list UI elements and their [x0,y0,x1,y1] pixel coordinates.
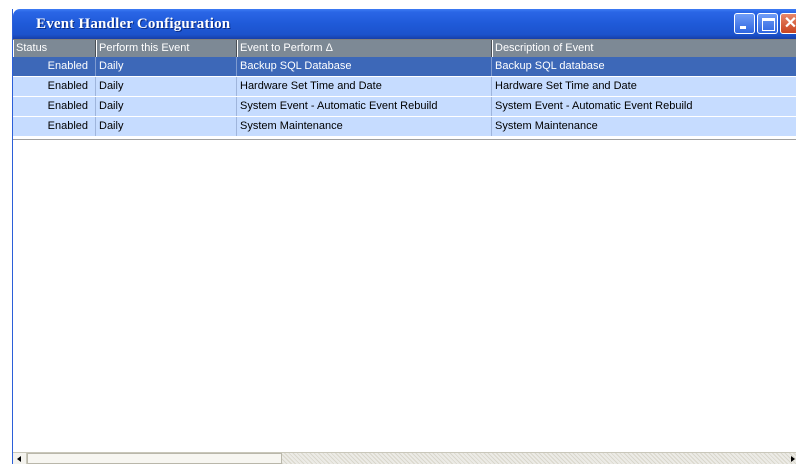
window-title: Event Handler Configuration [36,16,231,32]
cell-perform: Daily [96,117,237,136]
title-bar[interactable]: Event Handler Configuration ✕ [13,9,796,39]
cell-event: Hardware Set Time and Date [237,77,492,96]
scrollbar-thumb[interactable] [27,453,282,464]
scroll-right-icon[interactable] [788,453,796,464]
column-header-status[interactable]: Status [13,40,96,57]
column-header-description[interactable]: Description of Event [492,40,796,57]
cell-description: System Maintenance [492,117,796,136]
table-row[interactable]: Enabled Daily System Maintenance System … [13,117,796,137]
minimize-icon [740,26,746,29]
minimize-button[interactable] [734,13,755,34]
maximize-button[interactable] [757,13,778,34]
scroll-left-icon[interactable] [13,453,27,464]
close-icon: ✕ [783,15,796,32]
cell-event: System Event - Automatic Event Rebuild [237,97,492,116]
table-row[interactable]: Enabled Daily System Event - Automatic E… [13,97,796,117]
maximize-icon [762,18,775,31]
table-row[interactable]: Enabled Daily Hardware Set Time and Date… [13,77,796,97]
cell-status: Enabled [13,117,96,136]
close-button[interactable]: ✕ [780,13,796,34]
cell-event: System Maintenance [237,117,492,136]
cell-perform: Daily [96,77,237,96]
column-header-event[interactable]: Event to Perform Δ [237,40,492,57]
cell-status: Enabled [13,57,96,76]
event-handler-window: Event Handler Configuration ✕ Status Per… [12,9,796,464]
cell-description: System Event - Automatic Event Rebuild [492,97,796,116]
table-bottom-divider [13,139,796,140]
cell-perform: Daily [96,57,237,76]
cell-event: Backup SQL Database [237,57,492,76]
cell-status: Enabled [13,77,96,96]
cell-perform: Daily [96,97,237,116]
table-header: Status Perform this Event Event to Perfo… [13,39,796,58]
cell-description: Backup SQL database [492,57,796,76]
cell-description: Hardware Set Time and Date [492,77,796,96]
horizontal-scrollbar[interactable] [13,452,796,464]
column-header-perform[interactable]: Perform this Event [96,40,237,57]
cell-status: Enabled [13,97,96,116]
table-row[interactable]: Enabled Daily Backup SQL Database Backup… [13,57,796,77]
